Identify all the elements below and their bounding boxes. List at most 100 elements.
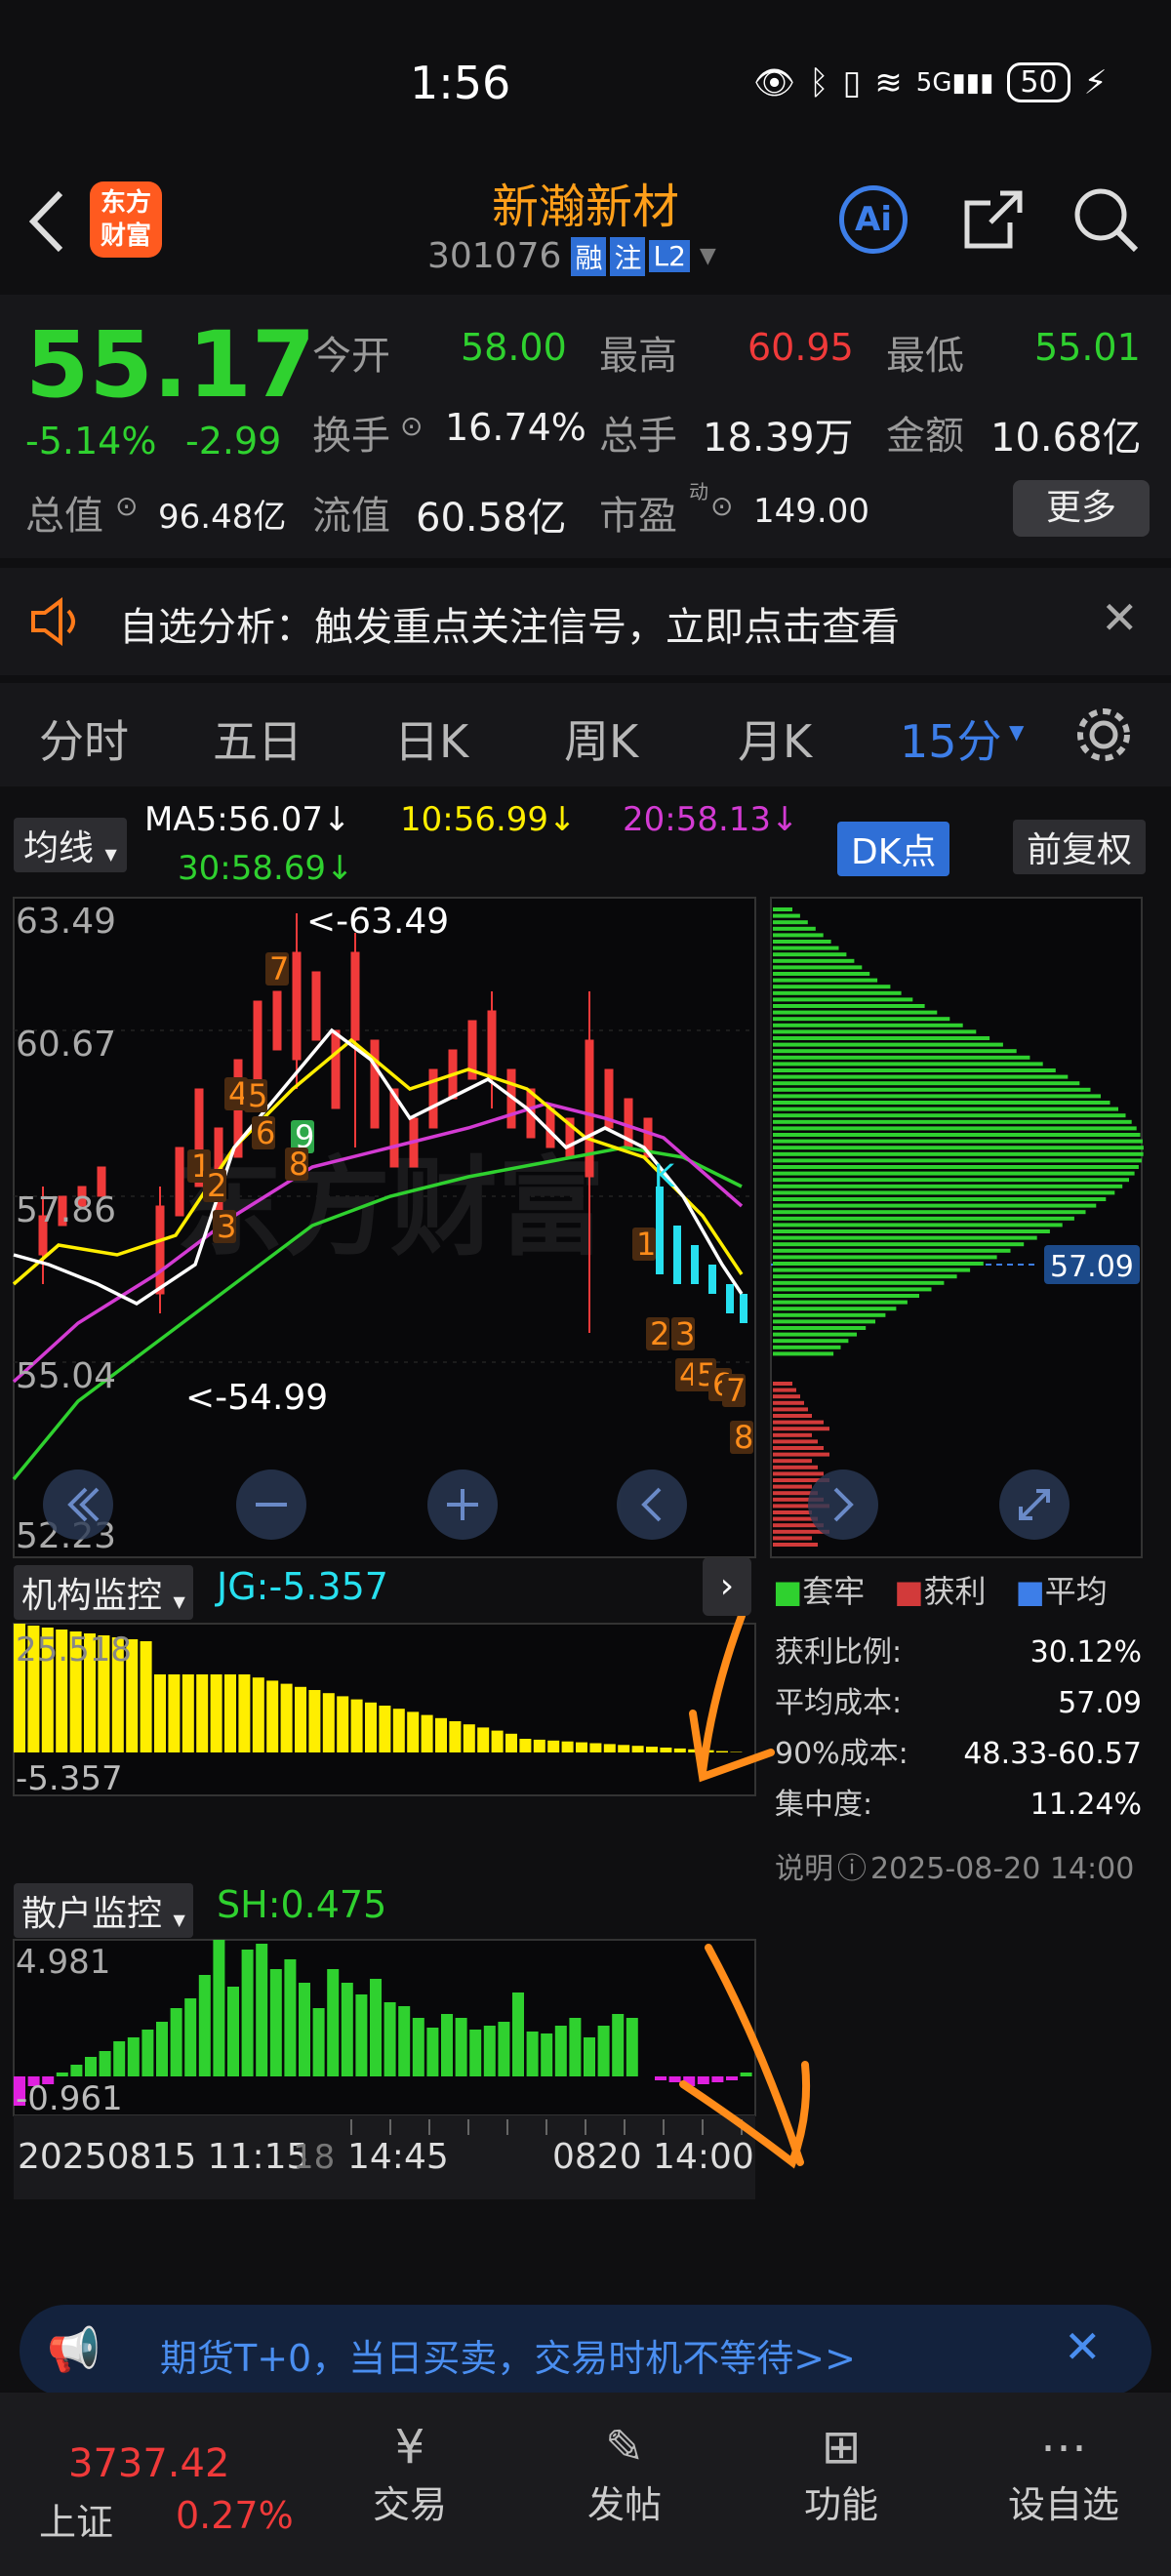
speaker-icon <box>31 597 75 646</box>
function-button[interactable]: ⊞ 功能 <box>792 2420 890 2528</box>
ma-selector[interactable]: 均线 ▼ <box>14 818 127 872</box>
sh-bar <box>554 2026 567 2076</box>
wifi-icon: ≋ <box>874 62 903 102</box>
turnover-label: 换手 <box>312 414 390 459</box>
jg-bar <box>210 1674 222 1752</box>
jg-bar <box>238 1674 251 1752</box>
sh-top: 4.981 <box>16 1943 110 1982</box>
post-button[interactable]: ✎ 发帖 <box>576 2420 673 2528</box>
chip-bar-profit <box>773 1382 792 1386</box>
signal-number: 3 <box>675 1315 695 1352</box>
tab-monthly[interactable]: 月K <box>738 706 812 771</box>
chip-bar <box>773 1203 1097 1208</box>
jg-bar <box>435 1717 447 1752</box>
jg-bar <box>308 1690 321 1752</box>
period-tabs: 分时 五日 日K 周K 月K 15分 ▼ <box>0 683 1171 786</box>
sh-bar <box>269 1969 282 2076</box>
tab-timeshare[interactable]: 分时 <box>39 706 129 771</box>
chip-bar <box>773 920 808 925</box>
chip-bar <box>773 985 891 989</box>
chip-bar-profit <box>773 1446 824 1450</box>
y-label-2: 60.67 <box>16 1025 116 1065</box>
jg-bar <box>519 1739 532 1752</box>
bluetooth-icon: ᛒ <box>809 62 829 102</box>
dk-point-button[interactable]: DK点 <box>837 822 950 876</box>
chip-bar <box>773 1351 834 1356</box>
next-button[interactable] <box>808 1469 878 1540</box>
info-icon[interactable]: ⓘ <box>837 1844 867 1895</box>
tab-weekly[interactable]: 周K <box>564 706 638 771</box>
sh-bar <box>156 2022 168 2076</box>
sh-bar <box>740 2073 752 2076</box>
chip-bar <box>773 1101 1110 1105</box>
open-value: 58.00 <box>461 326 567 369</box>
close-icon[interactable]: ✕ <box>1101 591 1139 644</box>
notice-bar[interactable]: 自选分析：触发重点关注信号，立即点击查看 ✕ <box>0 568 1171 675</box>
chip-bar <box>773 1165 1139 1169</box>
tab-15min[interactable]: 15分 <box>900 706 1002 771</box>
jg-bar <box>660 1748 672 1752</box>
jg-bar <box>716 1751 728 1752</box>
jg-selector[interactable]: 机构监控 ▼ <box>14 1565 193 1620</box>
sh-bar <box>198 1975 211 2076</box>
prev-button[interactable] <box>617 1469 687 1540</box>
chip-bar <box>773 1004 925 1008</box>
sh-bar <box>541 2033 553 2076</box>
info-icon[interactable]: ⊙ <box>710 490 733 522</box>
sh-selector[interactable]: 散户监控 ▼ <box>14 1883 193 1938</box>
collapse-panel-button[interactable]: › <box>703 1557 751 1616</box>
trade-button[interactable]: ¥ 交易 <box>361 2420 459 2528</box>
chip-bar-profit <box>773 1432 812 1437</box>
tab-daily[interactable]: 日K <box>394 706 468 771</box>
adjust-button[interactable]: 前复权 <box>1013 820 1147 874</box>
tab-5day[interactable]: 五日 <box>213 706 303 771</box>
low-marker: <-54.99 <box>185 1378 328 1418</box>
info-icon[interactable]: ⊙ <box>115 490 138 522</box>
search-icon[interactable] <box>1071 185 1140 254</box>
status-bar: 1:56 👁 ᛒ ▯ ≋ 5G▮▮▮ 50 ⚡ <box>0 0 1171 166</box>
sh-bar <box>655 2076 666 2080</box>
chevron-down-icon[interactable]: ▼ <box>700 244 716 268</box>
sh-bar <box>227 1987 239 2076</box>
sh-bar <box>441 2014 453 2076</box>
header: 东方 财富 新瀚新材 301076 融 注 L2 ▼ Ai <box>0 166 1171 293</box>
cost-label: 57.09 <box>1050 1250 1134 1284</box>
add-watchlist-button[interactable]: ⋯ 设自选 <box>995 2420 1132 2528</box>
chip-bar <box>773 997 913 1002</box>
chevron-down-icon[interactable]: ▼ <box>1009 720 1024 744</box>
info-icon[interactable]: ⊙ <box>400 410 423 442</box>
pe-dynamic-label: 动 <box>689 480 708 503</box>
chip-bar <box>773 1010 938 1015</box>
sh-bar <box>99 2051 111 2076</box>
share-icon[interactable] <box>961 187 1026 252</box>
chip-bar <box>773 978 878 983</box>
promo-banner[interactable]: 📢 期货T+0，当日买卖，交易时机不等待>> ✕ <box>20 2305 1151 2396</box>
sh-bar <box>341 1983 353 2076</box>
jg-bar <box>561 1741 574 1752</box>
chip-bar <box>773 1287 932 1292</box>
chip-legend: ■套牢 ■获利 ■平均 <box>773 1573 1108 1610</box>
high-label: 最高 <box>599 334 677 379</box>
ma30-value: 30:58.69↓ <box>178 849 354 888</box>
y-label-4: 55.04 <box>16 1356 116 1396</box>
turnover-value: 16.74% <box>445 406 586 449</box>
chip-bar <box>773 926 816 931</box>
index-value[interactable]: 3737.42 <box>68 2441 229 2486</box>
close-icon[interactable]: ✕ <box>1064 2320 1102 2373</box>
chip-bar <box>773 1300 908 1305</box>
chip-bar <box>773 1210 1086 1215</box>
chip-bar <box>773 1184 1123 1188</box>
jg-bar <box>252 1677 264 1752</box>
sh-bar <box>170 2008 182 2076</box>
sh-bar <box>612 2014 625 2076</box>
sh-bottom: -0.961 <box>16 2079 123 2118</box>
chip-bar <box>773 952 847 957</box>
ai-button[interactable]: Ai <box>839 185 908 254</box>
rewind-button[interactable] <box>43 1469 113 1540</box>
chip-bar <box>773 1312 886 1317</box>
chip-bar <box>773 1055 1030 1060</box>
stock-code: 301076 <box>427 236 562 276</box>
edit-icon: ✎ <box>604 2420 645 2475</box>
gear-icon[interactable] <box>1073 704 1134 765</box>
more-button[interactable]: 更多 <box>1013 480 1150 537</box>
